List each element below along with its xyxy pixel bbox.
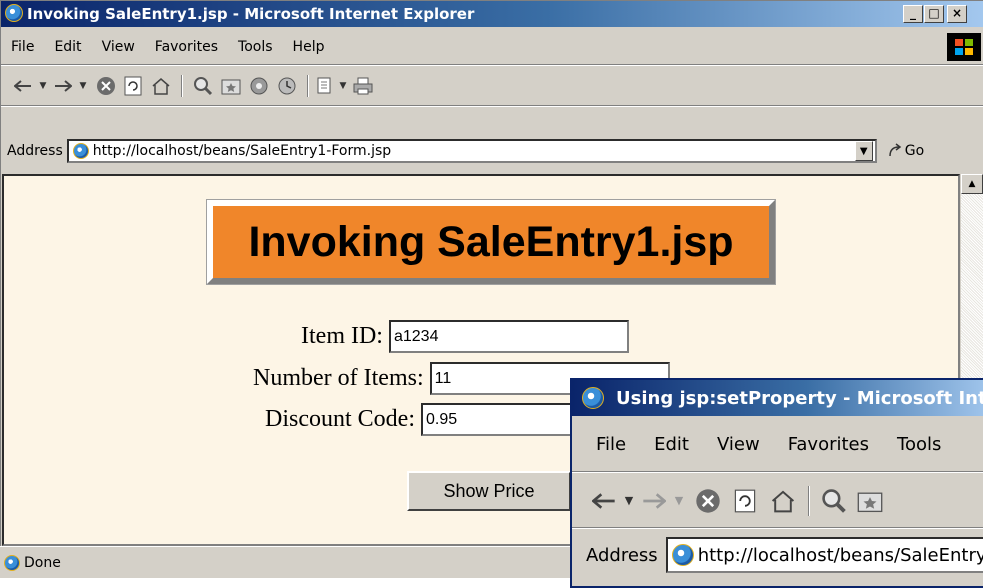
go-button[interactable]: Go xyxy=(887,143,924,159)
window-title-2: Using jsp:setProperty - Microsoft Intern… xyxy=(616,387,983,409)
search-icon[interactable] xyxy=(816,488,852,514)
back-icon[interactable] xyxy=(590,492,618,509)
menu-favorites-2[interactable]: Favorites xyxy=(774,434,883,455)
address-input-2[interactable]: http://localhost/beans/SaleEntry1.jsp xyxy=(665,537,983,573)
search-icon[interactable] xyxy=(189,76,217,96)
back-dropdown-icon[interactable]: ▼ xyxy=(618,494,640,507)
page-heading: Invoking SaleEntry1.jsp xyxy=(207,200,775,284)
toolbar-2: ▼ ▼ xyxy=(572,474,983,528)
address-url-2: http://localhost/beans/SaleEntry1.jsp xyxy=(697,544,983,566)
page-icon xyxy=(72,143,89,159)
minimize-button[interactable]: _ xyxy=(903,5,923,23)
forward-icon[interactable] xyxy=(53,79,73,92)
home-icon[interactable] xyxy=(764,489,802,513)
menu-bar-2: File Edit View Favorites Tools xyxy=(572,418,983,472)
refresh-icon[interactable] xyxy=(726,489,764,513)
print-icon[interactable] xyxy=(349,77,377,95)
toolbar-separator xyxy=(307,74,309,97)
history-icon[interactable] xyxy=(273,76,301,96)
menu-file[interactable]: File xyxy=(1,39,44,55)
menu-file-2[interactable]: File xyxy=(582,434,640,455)
status-text: Done xyxy=(24,554,61,571)
menu-view-2[interactable]: View xyxy=(703,434,774,455)
maximize-button[interactable]: □ xyxy=(924,5,944,23)
page-icon xyxy=(671,544,694,566)
forward-icon[interactable] xyxy=(640,492,668,509)
form-row-item-id: Item ID: xyxy=(301,320,629,353)
forward-dropdown-icon[interactable]: ▼ xyxy=(668,494,690,507)
menu-edit-2[interactable]: Edit xyxy=(640,434,703,455)
stop-icon[interactable] xyxy=(690,488,726,514)
title-bar[interactable]: Invoking SaleEntry1.jsp - Microsoft Inte… xyxy=(1,1,983,27)
toolbar-separator xyxy=(808,485,810,516)
menu-tools[interactable]: Tools xyxy=(228,39,283,55)
refresh-icon[interactable] xyxy=(119,76,147,96)
address-url: http://localhost/beans/SaleEntry1-Form.j… xyxy=(92,143,392,159)
address-label: Address xyxy=(7,143,63,159)
menu-favorites[interactable]: Favorites xyxy=(145,39,228,55)
ie-logo-icon xyxy=(5,4,23,22)
discount-code-label: Discount Code: xyxy=(265,406,415,432)
forward-dropdown-icon[interactable]: ▼ xyxy=(73,81,93,91)
stop-icon[interactable] xyxy=(93,76,119,96)
go-arrow-icon xyxy=(889,143,902,157)
item-id-input[interactable] xyxy=(388,320,629,353)
back-icon[interactable] xyxy=(13,79,33,92)
address-bar-2: Address http://localhost/beans/SaleEntry… xyxy=(572,530,983,580)
item-id-label: Item ID: xyxy=(301,323,383,349)
window-title: Invoking SaleEntry1.jsp - Microsoft Inte… xyxy=(27,5,475,23)
back-dropdown-icon[interactable]: ▼ xyxy=(33,81,53,91)
browser-window-result[interactable]: Using jsp:setProperty - Microsoft Intern… xyxy=(570,378,983,588)
status-page-icon xyxy=(4,554,20,571)
favorites-icon[interactable] xyxy=(852,489,888,513)
address-input[interactable]: http://localhost/beans/SaleEntry1-Form.j… xyxy=(66,139,877,163)
menu-edit[interactable]: Edit xyxy=(44,39,91,55)
menu-help[interactable]: Help xyxy=(283,39,335,55)
menu-tools-2[interactable]: Tools xyxy=(883,434,955,455)
address-label-2: Address xyxy=(586,544,658,566)
toolbar-separator xyxy=(181,74,183,97)
title-bar-2[interactable]: Using jsp:setProperty - Microsoft Intern… xyxy=(572,380,983,416)
address-bar: Address http://localhost/beans/SaleEntry… xyxy=(1,135,983,167)
menu-bar: File Edit View Favorites Tools Help xyxy=(1,29,983,65)
mail-dropdown-icon[interactable]: ▼ xyxy=(337,81,349,91)
number-of-items-label: Number of Items: xyxy=(253,365,424,391)
media-icon[interactable] xyxy=(245,76,273,96)
show-price-button[interactable]: Show Price xyxy=(407,471,571,511)
menu-view[interactable]: View xyxy=(92,39,145,55)
address-dropdown-button[interactable]: ▼ xyxy=(854,141,873,161)
toolbar: ▼ ▼ ▼ xyxy=(1,66,983,106)
go-label: Go xyxy=(904,143,925,159)
favorites-icon[interactable] xyxy=(217,77,245,95)
close-button[interactable]: × xyxy=(947,5,967,23)
ie-logo-icon xyxy=(582,387,604,409)
scroll-up-arrow-icon[interactable]: ▲ xyxy=(961,174,983,194)
mail-icon[interactable] xyxy=(315,77,337,95)
windows-logo-icon xyxy=(947,33,981,61)
home-icon[interactable] xyxy=(147,77,175,95)
